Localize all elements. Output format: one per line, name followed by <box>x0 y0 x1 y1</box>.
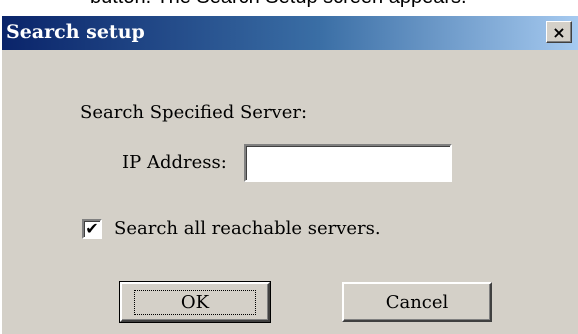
cropped-caption-text: button. The Search Setup screen appears. <box>90 0 467 9</box>
checkmark-icon: ✔ <box>85 218 99 238</box>
search-all-row[interactable]: ✔ Search all reachable servers. <box>82 218 381 239</box>
search-setup-dialog: Search setup × Search Specified Server: … <box>0 14 578 334</box>
ok-button[interactable]: OK <box>119 281 271 323</box>
cancel-button-label: Cancel <box>385 291 449 313</box>
section-label: Search Specified Server: <box>80 102 308 123</box>
ok-button-label: OK <box>133 289 257 315</box>
ip-address-label: IP Address: <box>122 152 227 173</box>
window-title: Search setup <box>6 21 145 43</box>
close-icon: × <box>552 22 566 42</box>
close-button[interactable]: × <box>546 21 572 43</box>
search-all-checkbox[interactable]: ✔ <box>82 218 102 239</box>
cancel-button[interactable]: Cancel <box>342 282 492 322</box>
titlebar: Search setup × <box>2 16 578 50</box>
search-all-label: Search all reachable servers. <box>114 218 381 239</box>
ip-address-input[interactable] <box>244 144 452 182</box>
